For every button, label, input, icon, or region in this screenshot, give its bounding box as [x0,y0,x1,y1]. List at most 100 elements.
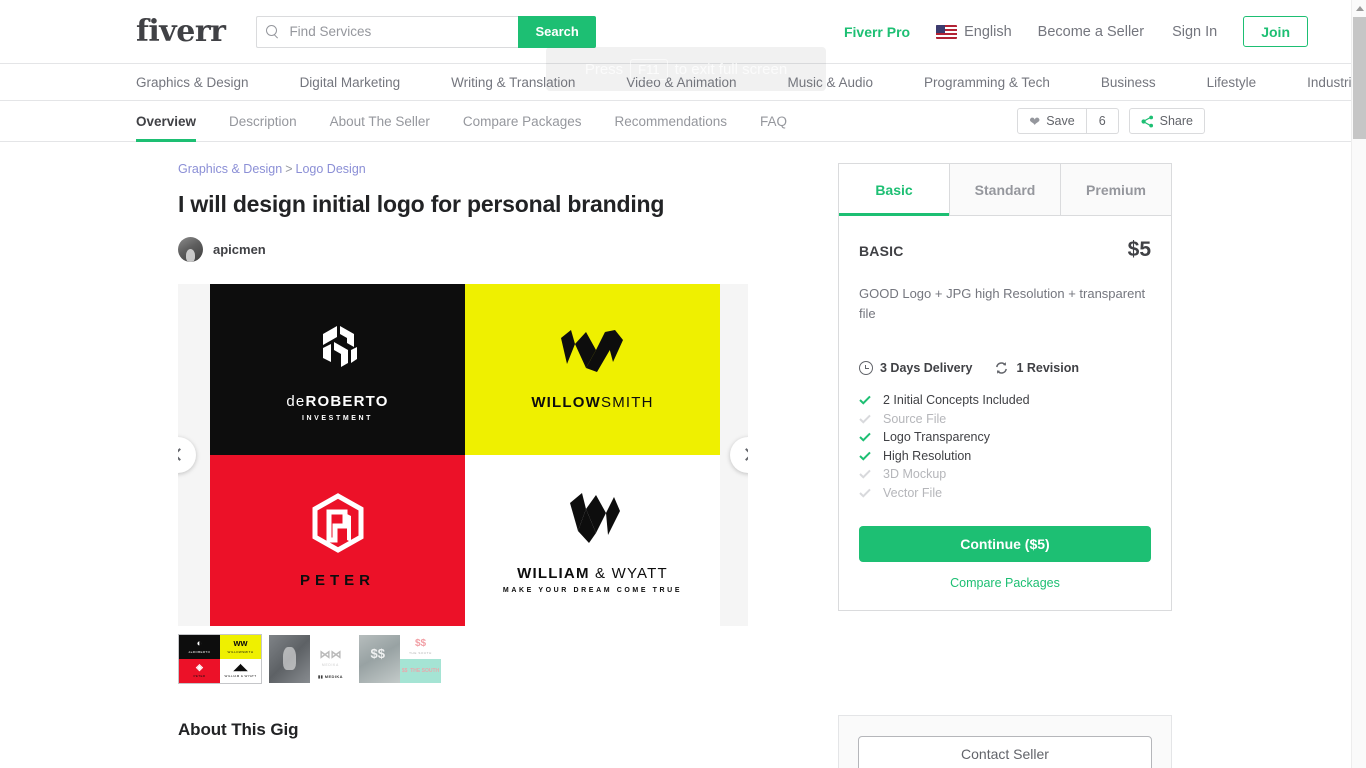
main-content: Graphics & Design > Logo Design I will des… [0,142,1351,768]
check-icon [859,488,871,498]
breadcrumb-child[interactable]: Logo Design [296,162,366,176]
thumbnail-3-mockup[interactable]: $$THE SOUTH $$ THE SOUTH [358,634,442,684]
package-feature-list: 2 Initial Concepts Included Source File … [859,391,1151,502]
search-bar: Search [256,15,596,48]
feature-label: 2 Initial Concepts Included [883,393,1030,408]
feature-initial-concepts: 2 Initial Concepts Included [859,391,1151,410]
page-title: I will design initial logo for personal … [178,191,665,217]
revisions-label: 1 Revision [1016,361,1079,375]
gallery-slide-logo-grid[interactable]: deROBERTO INVESTMENT WILLOWSMITH PETER W… [210,283,720,626]
logo-tile-william-wyatt: WILLIAM & WYATT MAKE YOUR DREAM COME TRU… [465,454,720,626]
sign-in-link[interactable]: Sign In [1158,24,1231,40]
search-input[interactable] [287,23,510,40]
package-panel: Basic Standard Premium BASIC $5 GOOD Log… [838,163,1172,611]
revisions: 1 Revision [994,361,1079,375]
search-icon [266,25,279,38]
gig-tab-bar: Overview Description About The Seller Co… [0,101,1351,142]
category-nav: Graphics & Design Digital Marketing Writ… [0,64,1366,101]
feature-high-resolution: High Resolution [859,447,1151,466]
fiverr-pro-link[interactable]: Fiverr Pro [830,24,924,40]
page-scrollbar[interactable] [1351,0,1366,768]
gallery-next-button[interactable] [730,436,748,473]
fiverr-logo[interactable]: fiverr [136,14,226,49]
thumb-mark-william: ◢◣ [233,662,248,673]
feature-label: Source File [883,411,947,426]
thumb-mark-peter: ◈ [196,662,203,673]
category-business[interactable]: Business [1101,75,1181,90]
thumbnail-1-logo-grid[interactable]: ◐ deROBERTO ww WILLOWSMITH ◈ PETER ◢◣ WI… [178,633,262,684]
search-box[interactable] [256,15,519,48]
fiverr-gig-page: fiverr Search Fiverr Pro English Become … [0,0,1366,768]
package-body: BASIC $5 GOOD Logo + JPG high Resolution… [839,216,1171,610]
package-description: GOOD Logo + JPG high Resolution + transp… [859,286,1146,321]
language-label: English [964,23,1012,40]
tab-about-the-seller[interactable]: About The Seller [330,101,430,142]
site-header: fiverr Search Fiverr Pro English Become … [0,0,1351,64]
check-icon [859,414,871,424]
breadcrumb-parent[interactable]: Graphics & Design [178,162,282,176]
save-label: Save [1046,114,1075,128]
compare-packages-link[interactable]: Compare Packages [859,576,1151,590]
category-music-audio[interactable]: Music & Audio [788,75,899,90]
feature-label: High Resolution [883,448,972,463]
category-video-animation[interactable]: Video & Animation [626,75,761,90]
category-lifestyle[interactable]: Lifestyle [1207,75,1282,90]
check-icon [859,395,871,405]
save-count-badge[interactable]: 6 [1086,108,1119,134]
breadcrumb-separator: > [285,162,293,176]
logo-tile-william-wyatt-brand: WILLIAM & WYATT [517,564,668,582]
scrollbar-thumb[interactable] [1353,17,1366,139]
language-selector[interactable]: English [924,24,1024,40]
category-graphics-design[interactable]: Graphics & Design [136,75,274,90]
willowsmith-logo-mark [560,329,623,372]
continue-button[interactable]: Continue ($5) [859,526,1151,562]
gallery-prev-button[interactable] [178,436,196,473]
clock-icon [859,361,873,375]
logo-tile-deroberto-tagline: INVESTMENT [301,414,374,422]
category-writing-translation[interactable]: Writing & Translation [451,75,600,90]
save-button[interactable]: ❤ Save [1017,108,1087,134]
category-digital-marketing[interactable]: Digital Marketing [300,75,426,90]
tab-description[interactable]: Description [229,101,297,142]
avatar[interactable] [178,236,203,262]
package-price: $5 [1127,238,1151,261]
package-tab-standard[interactable]: Standard [950,164,1061,216]
check-icon [859,432,871,442]
thumb-mark-willowsmith: ww [233,638,248,649]
scrollbar-up-arrow[interactable] [1352,0,1366,16]
thumbnail-2-mockup[interactable]: ⋈⋈ MEDIKA ▮▮ MEDIKA [268,634,352,684]
tab-compare-packages[interactable]: Compare Packages [463,101,582,142]
package-tabs: Basic Standard Premium [839,164,1171,216]
package-tab-premium[interactable]: Premium [1061,164,1171,216]
feature-label: 3D Mockup [883,467,947,482]
category-programming-tech[interactable]: Programming & Tech [924,75,1075,90]
header-links: Fiverr Pro English Become a Seller Sign … [830,16,1308,47]
refresh-icon [996,362,1008,374]
tab-recommendations[interactable]: Recommendations [614,101,727,142]
share-button[interactable]: Share [1128,108,1205,134]
logo-tile-peter-brand: PETER [299,571,375,589]
thumb3-logo: $$ THE SOUTH $$ THE SOUTH [400,634,441,683]
peter-logo-mark [312,492,363,553]
logo-tile-deroberto-brand: deROBERTO [286,392,389,410]
chevron-left-icon [178,448,186,462]
tab-faq[interactable]: FAQ [760,101,787,142]
feature-logo-transparency: Logo Transparency [859,428,1151,447]
search-button[interactable]: Search [518,15,596,48]
deroberto-logo-mark [322,325,357,367]
seller-row: apicmen [178,236,748,262]
contact-seller-button[interactable]: Contact Seller [858,735,1152,768]
seller-name[interactable]: apicmen [213,242,266,257]
become-a-seller-link[interactable]: Become a Seller [1024,24,1158,40]
check-icon [859,451,871,461]
package-tab-basic[interactable]: Basic [839,164,950,216]
feature-3d-mockup: 3D Mockup [859,465,1151,484]
package-name: BASIC [859,243,904,259]
join-button[interactable]: Join [1243,16,1308,47]
save-count: 6 [1098,114,1106,128]
chevron-right-icon [740,448,748,462]
thumb3-photo [359,634,400,683]
tab-overview[interactable]: Overview [136,101,197,142]
gig-left-column: Graphics & Design > Logo Design I will des… [178,162,748,684]
logo-tile-willowsmith-brand: WILLOWSMITH [531,393,654,411]
